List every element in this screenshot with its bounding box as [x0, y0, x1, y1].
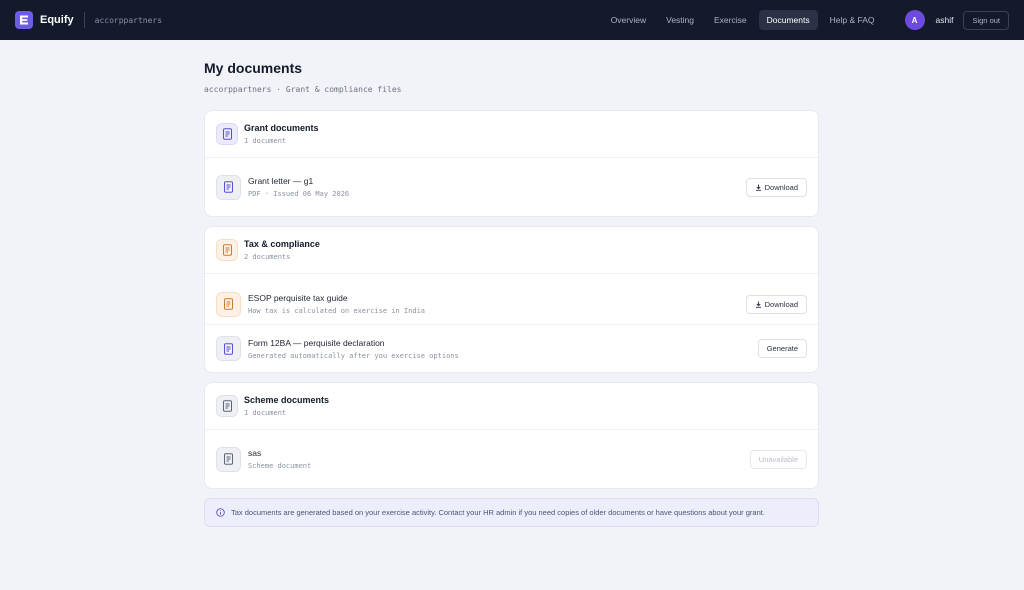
page-subtitle: accorppartners · Grant & compliance file… — [204, 85, 402, 94]
download-button[interactable]: Download — [745, 294, 807, 314]
document-title: Grant letter — g1 — [248, 176, 314, 186]
document-title: ESOP perquisite tax guide — [248, 293, 348, 303]
user-name: ashif — [935, 15, 954, 25]
nav-item-help-faq[interactable]: Help & FAQ — [822, 10, 883, 30]
unavailable-button[interactable]: Unavailable — [749, 449, 807, 469]
document-meta: PDF · Issued 06 May 2026 — [248, 190, 350, 198]
document-row: Grant letter — g1 PDF · Issued 06 May 20… — [205, 158, 818, 216]
grant-documents-card: Grant documents 1 document Grant letter … — [204, 110, 819, 217]
info-notice: Tax documents are generated based on you… — [204, 498, 819, 527]
tax-document-icon — [216, 239, 238, 261]
section-count: 1 document — [244, 409, 287, 417]
document-icon — [216, 446, 241, 472]
tax-document-icon — [216, 291, 241, 317]
info-icon — [216, 508, 225, 517]
card-header: Scheme documents 1 document — [205, 383, 818, 430]
section-count: 1 document — [244, 137, 287, 145]
scheme-documents-card: Scheme documents 1 document sas Scheme d… — [204, 382, 819, 489]
equify-logo-icon[interactable] — [15, 11, 33, 29]
card-header: Grant documents 1 document — [205, 111, 818, 158]
document-title: sas — [248, 448, 262, 458]
document-icon — [216, 123, 238, 145]
document-icon — [216, 395, 238, 417]
avatar[interactable]: A — [904, 10, 925, 30]
document-row: ESOP perquisite tax guide How tax is cal… — [205, 274, 818, 324]
document-row: Form 12BA — perquisite declaration Gener… — [205, 324, 818, 372]
document-title: Form 12BA — perquisite declaration — [248, 337, 385, 348]
section-title: Grant documents — [244, 123, 319, 133]
download-icon — [755, 184, 761, 191]
document-meta: Generated automatically after you exerci… — [248, 351, 459, 360]
notice-text: Tax documents are generated based on you… — [231, 508, 765, 517]
document-meta: Scheme document — [248, 462, 312, 470]
download-label: Download — [764, 182, 798, 192]
section-title: Scheme documents — [244, 395, 330, 405]
document-meta: How tax is calculated on exercise in Ind… — [248, 307, 426, 315]
brand-name[interactable]: Equify — [40, 14, 74, 26]
nav-item-overview[interactable]: Overview — [603, 10, 654, 30]
brand-divider — [83, 12, 85, 28]
section-title: Tax & compliance — [244, 239, 320, 249]
main-nav: Overview Vesting Exercise Documents Help… — [603, 10, 1009, 30]
nav-item-vesting[interactable]: Vesting — [658, 10, 702, 30]
section-count: 2 documents — [244, 253, 291, 261]
document-icon — [216, 174, 241, 200]
download-icon — [755, 301, 761, 308]
nav-item-exercise[interactable]: Exercise — [706, 10, 755, 30]
main-content: My documents accorppartners · Grant & co… — [204, 60, 819, 527]
document-icon — [216, 336, 241, 361]
top-nav-bar: Equify accorppartners Overview Vesting E… — [0, 0, 1024, 40]
document-row: sas Scheme document Unavailable — [205, 430, 818, 488]
nav-item-documents[interactable]: Documents — [758, 10, 818, 30]
card-header: Tax & compliance 2 documents — [205, 227, 818, 274]
org-name: accorppartners — [94, 15, 163, 25]
tax-compliance-card: Tax & compliance 2 documents ESOP perqui… — [204, 226, 819, 373]
download-button[interactable]: Download — [745, 177, 807, 197]
page-title: My documents — [204, 60, 303, 76]
sign-out-button[interactable]: Sign out — [963, 10, 1009, 30]
generate-button[interactable]: Generate — [757, 339, 807, 358]
download-label: Download — [764, 299, 798, 309]
